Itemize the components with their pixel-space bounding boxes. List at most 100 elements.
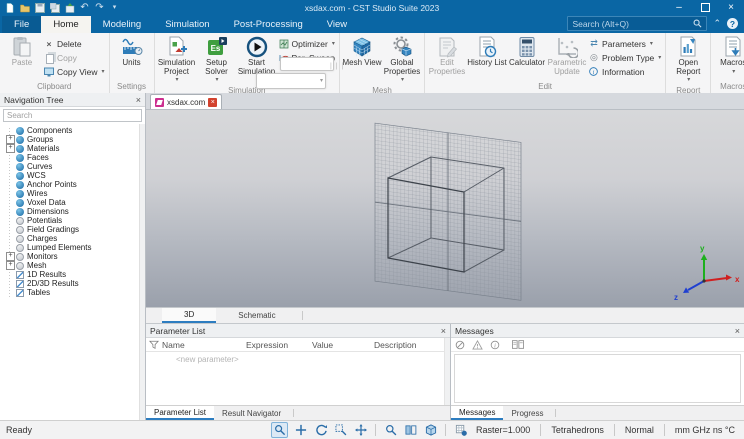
viewport-tab-3d[interactable]: 3D xyxy=(162,308,217,323)
expand-icon[interactable]: + xyxy=(6,135,15,144)
tree-item-wires[interactable]: Wires xyxy=(4,189,145,198)
3d-viewport[interactable]: y x z xyxy=(146,110,744,307)
tab-result-navigator[interactable]: Result Navigator xyxy=(214,406,289,420)
column-value[interactable]: Value xyxy=(312,340,374,350)
parameter-list-close-icon[interactable]: × xyxy=(441,326,446,336)
expand-icon[interactable]: + xyxy=(6,252,15,261)
navigation-tree-close-icon[interactable]: × xyxy=(136,95,141,105)
parametric-update-button[interactable]: Parametric Update xyxy=(547,34,587,76)
expand-icon[interactable]: + xyxy=(6,144,15,153)
open-report-button[interactable]: Open Report ▾ xyxy=(668,34,708,85)
tab-messages[interactable]: Messages xyxy=(451,406,504,420)
simulation-project-button[interactable]: Simulation Project ▾ xyxy=(157,34,197,85)
tree-item-lumped-elements[interactable]: Lumped Elements xyxy=(4,243,145,252)
tree-item-field-gradings[interactable]: Field Gradings xyxy=(4,225,145,234)
viewport-tab-schematic[interactable]: Schematic xyxy=(216,308,297,323)
tab-home[interactable]: Home xyxy=(41,16,91,33)
problem-type-button[interactable]: ◎ Problem Type ▾ xyxy=(589,51,661,64)
move-tool[interactable] xyxy=(353,423,368,437)
calculator-button[interactable]: Calculator xyxy=(507,34,547,68)
save-as-icon[interactable] xyxy=(49,2,60,13)
pan-tool[interactable] xyxy=(293,423,308,437)
tree-item-faces[interactable]: Faces xyxy=(4,153,145,162)
tree-item-tables[interactable]: Tables xyxy=(4,288,145,297)
tree-item-wcs[interactable]: WCS xyxy=(4,171,145,180)
tree-item-dimensions[interactable]: Dimensions xyxy=(4,207,145,216)
save-icon[interactable] xyxy=(34,2,45,13)
rotate-tool[interactable] xyxy=(313,423,328,437)
navigation-tree-search-input[interactable]: Search xyxy=(3,109,142,122)
status-units[interactable]: mm GHz ns °C xyxy=(672,425,738,435)
macros-button[interactable]: Macros ▾ xyxy=(713,34,744,76)
view-options-icon[interactable] xyxy=(512,340,524,349)
minimize-button[interactable]: – xyxy=(666,0,692,15)
tree-item-materials[interactable]: + Materials xyxy=(4,144,145,153)
copy-view-button[interactable]: Copy View ▾ xyxy=(44,65,105,78)
history-list-button[interactable]: History List xyxy=(467,34,507,68)
start-simulation-button[interactable]: Start Simulation xyxy=(237,34,277,76)
error-filter-icon[interactable] xyxy=(455,340,465,350)
tab-simulation[interactable]: Simulation xyxy=(153,16,221,33)
copy-button[interactable]: Copy xyxy=(44,51,105,64)
redo-icon[interactable]: ↷ xyxy=(94,2,105,13)
3d-view-tool[interactable] xyxy=(423,423,438,437)
status-render-mode[interactable]: Normal xyxy=(622,425,657,435)
zoom-tool[interactable] xyxy=(383,423,398,437)
new-parameter-row[interactable]: <new parameter> xyxy=(146,352,450,364)
column-description[interactable]: Description xyxy=(374,340,450,350)
tree-item-2d-3d-results[interactable]: 2D/3D Results xyxy=(4,279,145,288)
navigation-tree-scrollbar[interactable] xyxy=(139,124,145,420)
delete-button[interactable]: × Delete xyxy=(44,37,105,50)
global-properties-button[interactable]: Global Properties ▾ xyxy=(382,34,422,85)
tab-modeling[interactable]: Modeling xyxy=(91,16,154,33)
import-export-icon[interactable] xyxy=(64,2,75,13)
tree-item-curves[interactable]: Curves xyxy=(4,162,145,171)
tree-item-potentials[interactable]: Potentials xyxy=(4,216,145,225)
parameters-button[interactable]: ⇄ Parameters ▾ xyxy=(589,37,661,50)
tree-item-charges[interactable]: Charges xyxy=(4,234,145,243)
open-project-icon[interactable] xyxy=(19,2,30,13)
tab-post-processing[interactable]: Post-Processing xyxy=(222,16,315,33)
split-view-tool[interactable] xyxy=(403,423,418,437)
quick-access-menu-icon[interactable]: ▾ xyxy=(109,2,120,13)
paste-button[interactable]: Paste xyxy=(2,34,42,68)
mesh-properties-icon[interactable] xyxy=(453,423,468,437)
tab-parameter-list[interactable]: Parameter List xyxy=(146,406,215,420)
tree-item-groups[interactable]: + Groups xyxy=(4,135,145,144)
warning-filter-icon[interactable] xyxy=(472,339,483,350)
new-file-icon[interactable] xyxy=(4,2,15,13)
tree-item-anchor-points[interactable]: Anchor Points xyxy=(4,180,145,189)
info-filter-icon[interactable]: i xyxy=(490,340,500,350)
parameter-list-scrollbar[interactable] xyxy=(444,338,450,405)
undo-icon[interactable]: ↶ xyxy=(79,2,90,13)
close-button[interactable]: × xyxy=(718,0,744,15)
tree-item-monitors[interactable]: + Monitors xyxy=(4,252,145,261)
filter-icon[interactable] xyxy=(146,340,162,350)
maximize-button[interactable] xyxy=(692,0,718,15)
select-tool[interactable] xyxy=(271,422,289,438)
optimizer-button[interactable]: Optimizer ▾ xyxy=(279,37,335,50)
tree-item-components[interactable]: Components xyxy=(4,126,145,135)
messages-close-icon[interactable]: × xyxy=(735,326,740,336)
column-name[interactable]: Name xyxy=(162,340,246,350)
document-tab[interactable]: xsdax.com × xyxy=(150,94,223,109)
column-expression[interactable]: Expression xyxy=(246,340,312,350)
zoom-region-tool[interactable] xyxy=(333,423,348,437)
collapse-ribbon-icon[interactable]: ⌃ xyxy=(713,19,721,28)
ribbon-search-input[interactable]: Search (Alt+Q) xyxy=(567,16,708,31)
edit-properties-button[interactable]: Edit Properties xyxy=(427,34,467,76)
tree-item-voxel-data[interactable]: Voxel Data xyxy=(4,198,145,207)
units-button[interactable]: Units xyxy=(112,34,152,68)
document-tab-close-icon[interactable]: × xyxy=(208,97,218,107)
expand-icon[interactable]: + xyxy=(6,261,15,270)
information-button[interactable]: i Information xyxy=(589,65,661,78)
tab-progress[interactable]: Progress xyxy=(503,406,551,420)
help-icon[interactable]: ? xyxy=(727,18,738,29)
mesh-view-button[interactable]: Mesh View xyxy=(342,34,382,68)
tab-view[interactable]: View xyxy=(315,16,359,33)
tree-item-1d-results[interactable]: 1D Results xyxy=(4,270,145,279)
tree-item-mesh[interactable]: + Mesh xyxy=(4,261,145,270)
status-mesh-type[interactable]: Tetrahedrons xyxy=(548,425,607,435)
tab-file[interactable]: File xyxy=(2,16,42,33)
setup-solver-button[interactable]: Es Setup Solver ▾ xyxy=(197,34,237,85)
